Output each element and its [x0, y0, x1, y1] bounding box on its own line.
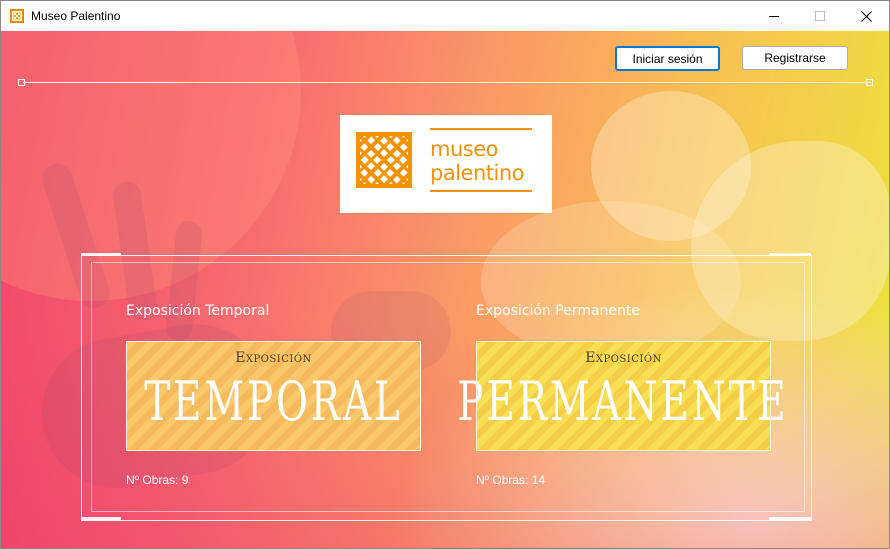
- app-window: Museo Palentino Iniciar sesión Registrar…: [0, 0, 890, 549]
- banner-heading: PERMANENTE: [457, 370, 790, 433]
- main-content: Iniciar sesión Registrarse museo palenti…: [1, 31, 889, 548]
- title-bar[interactable]: Museo Palentino: [1, 1, 889, 31]
- permanent-exhibition-title: Exposición Permanente: [476, 303, 640, 319]
- temporal-works-count: Nº Obras: 9: [126, 473, 189, 487]
- app-logo-icon: [10, 9, 24, 23]
- temporal-exhibition-banner[interactable]: Exposición TEMPORAL: [126, 341, 421, 451]
- museum-logo: museo palentino: [340, 115, 552, 213]
- divider-end-marker: [18, 79, 25, 86]
- minimize-button[interactable]: [751, 1, 797, 31]
- logo-rule-bottom: [430, 190, 532, 192]
- header-divider: [23, 82, 871, 83]
- minimize-icon: [769, 16, 779, 17]
- frame-corner-accent: [769, 253, 811, 256]
- temporal-exhibition-title: Exposición Temporal: [126, 303, 270, 319]
- maximize-button[interactable]: [797, 1, 843, 31]
- maximize-icon: [815, 11, 825, 21]
- banner-subtitle: Exposición: [235, 350, 312, 366]
- divider-end-marker: [866, 79, 873, 86]
- register-button[interactable]: Registrarse: [742, 46, 848, 70]
- banner-heading: TEMPORAL: [144, 370, 403, 433]
- frame-corner-accent: [769, 517, 811, 520]
- banner-subtitle: Exposición: [585, 350, 662, 366]
- logo-rule-top: [430, 128, 532, 130]
- logo-text-line1: museo: [430, 137, 498, 161]
- close-button[interactable]: [843, 1, 889, 31]
- museum-logo-icon: [356, 132, 412, 188]
- logo-text-line2: palentino: [430, 161, 525, 185]
- window-controls: [751, 1, 889, 31]
- login-button[interactable]: Iniciar sesión: [615, 46, 720, 71]
- permanent-works-count: Nº Obras: 14: [476, 473, 546, 487]
- frame-corner-accent: [81, 517, 121, 520]
- permanent-exhibition-banner[interactable]: Exposición PERMANENTE: [458, 341, 786, 451]
- window-title: Museo Palentino: [31, 9, 121, 23]
- close-icon: [860, 10, 872, 22]
- frame-corner-accent: [81, 253, 121, 256]
